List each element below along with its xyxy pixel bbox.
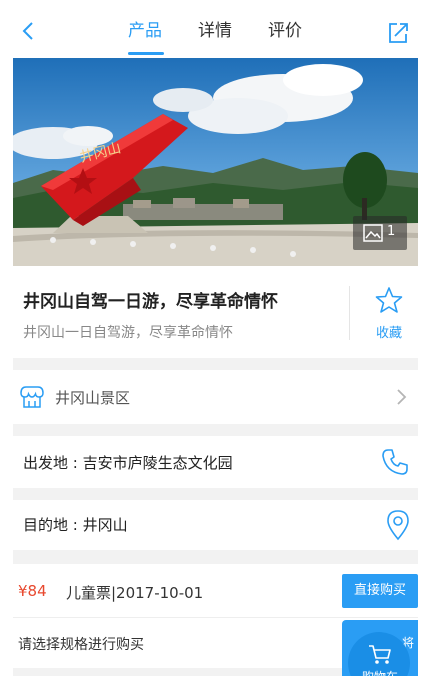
shop-icon: [20, 386, 44, 408]
share-icon: [389, 23, 408, 43]
buy-now-button[interactable]: 直接购买: [342, 574, 418, 608]
ticket-spec: 儿童票|2017-10-01: [66, 584, 204, 602]
image-icon: [363, 224, 383, 242]
gallery-badge[interactable]: 1: [353, 216, 407, 250]
back-button[interactable]: [16, 18, 42, 44]
product-title: 井冈山自驾一日游，尽享革命情怀: [23, 292, 278, 312]
star-icon: [375, 287, 403, 313]
divider: [349, 286, 350, 340]
destination-row[interactable]: 目的地 : 井冈山: [13, 500, 418, 550]
cart-button[interactable]: 将 购物车: [342, 620, 418, 676]
cart-label: 购物车: [342, 668, 418, 676]
tab-reviews[interactable]: 评价: [268, 18, 302, 44]
chevron-left-icon: [22, 22, 33, 40]
scenic-row[interactable]: 井冈山景区: [13, 370, 418, 424]
departure-row[interactable]: 出发地 : 吉安市庐陵生态文化园: [13, 436, 418, 488]
section-gap: [13, 488, 418, 500]
chevron-right-icon: [397, 389, 407, 405]
select-spec-text: 请选择规格进行购买: [18, 637, 144, 653]
top-bar: 产品 详情 评价: [0, 0, 425, 58]
destination-text: 目的地 : 井冈山: [23, 516, 128, 534]
product-subtitle: 井冈山一日自驾游，尽享革命情怀: [23, 325, 233, 341]
scenic-label: 井冈山景区: [55, 389, 131, 407]
cart-icon: [369, 645, 391, 664]
departure-text: 出发地 : 吉安市庐陵生态文化园: [23, 454, 233, 472]
ticket-price: ¥84: [18, 582, 47, 600]
tab-details[interactable]: 详情: [198, 18, 232, 44]
tab-product[interactable]: 产品: [128, 18, 162, 44]
favorite-label: 收藏: [375, 326, 402, 341]
product-header: 井冈山自驾一日游，尽享革命情怀 井冈山一日自驾游，尽享革命情怀 收藏: [13, 266, 418, 358]
phone-icon[interactable]: [380, 447, 410, 477]
section-gap: [13, 424, 418, 436]
tab-bar: 产品 详情 评价: [118, 18, 318, 58]
hero-image[interactable]: 井冈山 1: [13, 58, 418, 266]
active-tab-indicator: [128, 52, 164, 55]
section-gap: [13, 358, 418, 370]
gallery-count: 1: [387, 224, 396, 239]
favorite-button[interactable]: 收藏: [365, 286, 413, 342]
share-button[interactable]: [385, 20, 411, 46]
section-gap: [13, 550, 418, 564]
location-pin-icon[interactable]: [385, 509, 411, 541]
